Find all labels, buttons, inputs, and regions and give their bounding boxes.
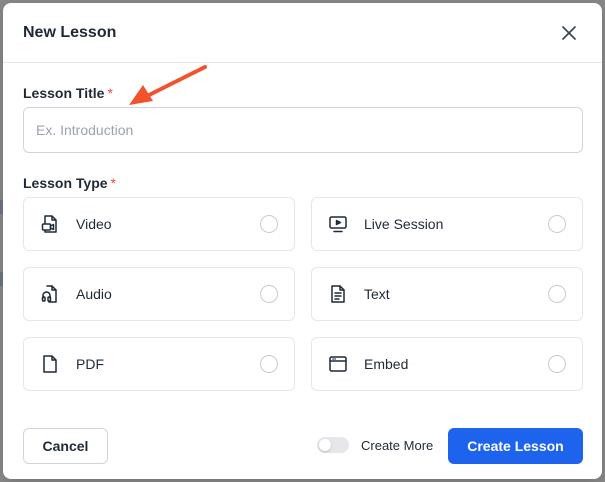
lesson-type-option-live-session[interactable]: Live Session — [311, 197, 583, 251]
lesson-type-option-video[interactable]: Video — [23, 197, 295, 251]
lesson-title-label-text: Lesson Title — [23, 85, 105, 101]
footer-left: Cancel — [23, 428, 108, 464]
create-more-control: Create More — [317, 437, 433, 453]
cancel-button[interactable]: Cancel — [23, 428, 108, 464]
modal-title: New Lesson — [23, 23, 117, 41]
audio-file-icon — [40, 284, 60, 304]
lesson-type-radio[interactable] — [260, 355, 278, 373]
toggle-knob — [319, 439, 331, 451]
lesson-title-input[interactable] — [23, 107, 583, 153]
lesson-type-radio[interactable] — [548, 355, 566, 373]
lesson-type-option-audio[interactable]: Audio — [23, 267, 295, 321]
lesson-type-option-label: Embed — [364, 356, 409, 372]
lesson-type-radio[interactable] — [548, 215, 566, 233]
close-icon — [562, 25, 576, 40]
create-lesson-button[interactable]: Create Lesson — [448, 428, 583, 464]
lesson-type-option-label: Video — [76, 216, 112, 232]
lesson-type-radio[interactable] — [260, 285, 278, 303]
pdf-file-icon — [40, 354, 60, 374]
new-lesson-modal: New Lesson Lesson Title* Lesson Type* Vi… — [3, 3, 602, 479]
lesson-title-label: Lesson Title * — [23, 85, 113, 101]
video-file-icon — [40, 214, 60, 234]
lesson-type-radio[interactable] — [548, 285, 566, 303]
lesson-type-option-label: Text — [364, 286, 390, 302]
lesson-type-option-pdf[interactable]: PDF — [23, 337, 295, 391]
lesson-type-option-embed[interactable]: Embed — [311, 337, 583, 391]
create-more-label: Create More — [361, 437, 434, 453]
create-more-toggle[interactable] — [317, 437, 349, 453]
text-file-icon — [328, 284, 348, 304]
lesson-type-label-text: Lesson Type — [23, 175, 108, 191]
annotation-arrow-icon — [129, 65, 207, 105]
lesson-type-option-label: Live Session — [364, 216, 444, 232]
close-button[interactable] — [556, 20, 582, 46]
modal-header: New Lesson — [3, 3, 602, 63]
lesson-type-radio[interactable] — [260, 215, 278, 233]
browser-window-icon — [328, 354, 348, 374]
lesson-type-option-label: PDF — [76, 356, 104, 372]
screen-play-icon — [328, 214, 348, 234]
lesson-type-option-text[interactable]: Text — [311, 267, 583, 321]
required-mark: * — [107, 85, 113, 101]
lesson-type-label: Lesson Type * — [23, 175, 116, 191]
lesson-type-option-label: Audio — [76, 286, 112, 302]
required-mark: * — [110, 175, 116, 191]
